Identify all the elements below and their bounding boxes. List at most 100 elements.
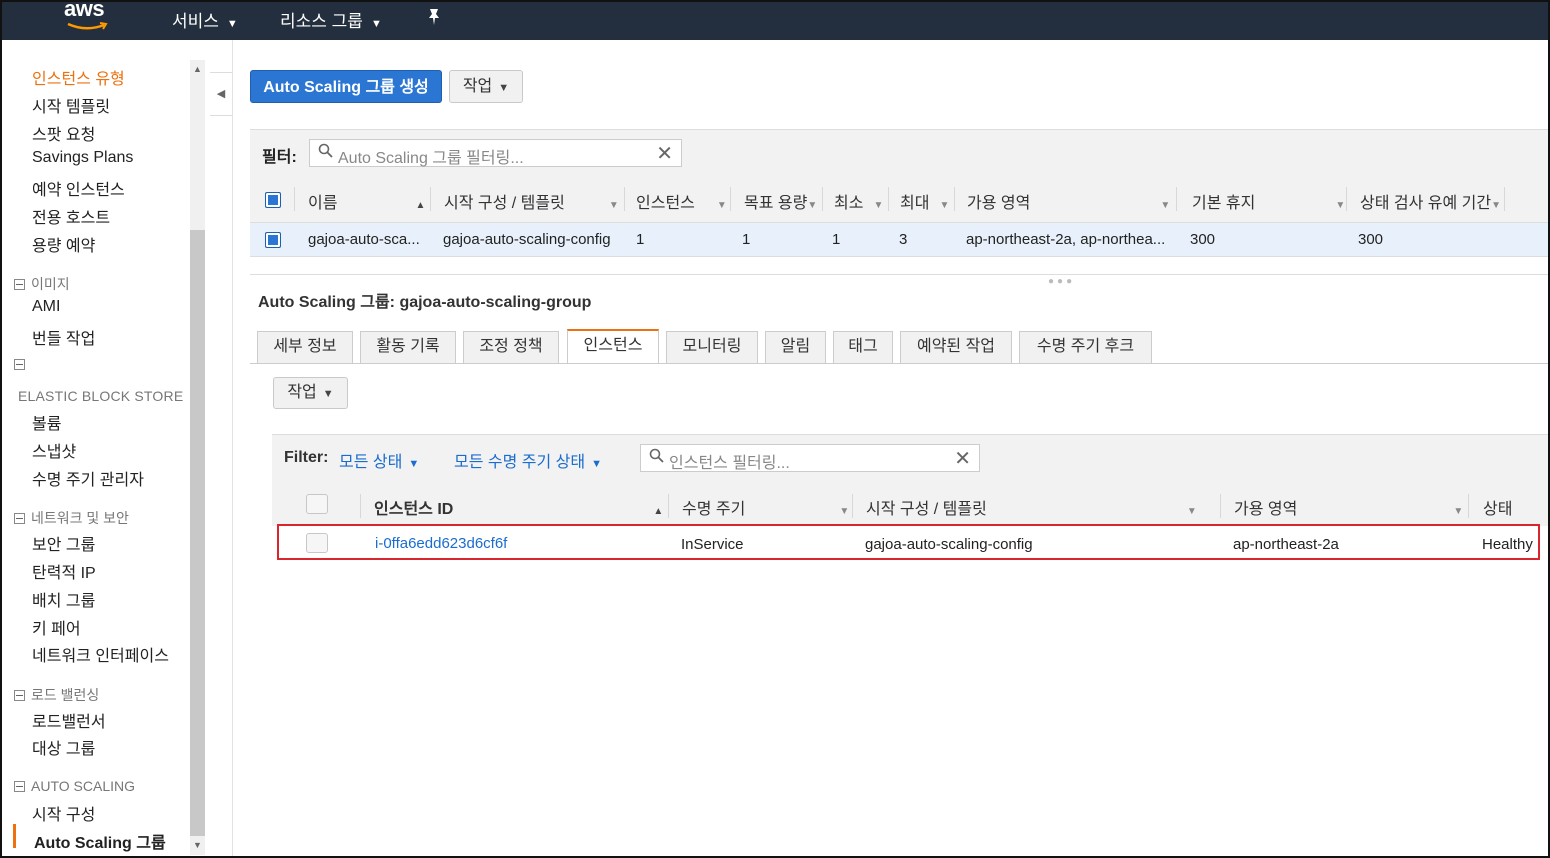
sort-icon: ▼: [716, 200, 727, 211]
select-all-checkbox[interactable]: [265, 192, 281, 208]
actions-button[interactable]: 작업 ▼: [449, 70, 523, 103]
col-availability-zone[interactable]: 가용 영역 ▼: [967, 189, 1170, 213]
sidebar-item-spot-requests[interactable]: 스팟 요청: [32, 121, 95, 145]
col-min[interactable]: 최소 ▼: [834, 189, 883, 213]
sidebar-section-ebs: ELASTIC BLOCK STORE: [18, 388, 184, 404]
content-divider: [232, 40, 233, 856]
sidebar-section-images[interactable]: 이미지: [14, 274, 70, 294]
col-name[interactable]: 이름 ▲: [308, 189, 425, 213]
aws-logo[interactable]: aws: [62, 2, 122, 40]
collapse-icon: [14, 689, 25, 701]
col-launch-config-template[interactable]: 시작 구성 / 템플릿 ▼: [866, 495, 1197, 519]
chevron-down-icon: ▼: [408, 458, 420, 470]
col-launch-config[interactable]: 시작 구성 / 템플릿 ▼: [444, 189, 619, 213]
sidebar-item-key-pairs[interactable]: 키 페어: [32, 615, 81, 639]
col-instances[interactable]: 인스턴스 ▼: [636, 189, 727, 213]
row-checkbox[interactable]: [265, 232, 281, 248]
sidebar-item-lifecycle-manager[interactable]: 수명 주기 관리자: [32, 466, 144, 490]
col-health-check-grace[interactable]: 상태 검사 유예 기간▼: [1360, 189, 1501, 213]
instance-actions-button[interactable]: 작업 ▼: [273, 377, 348, 409]
sidebar-item-elastic-ips[interactable]: 탄력적 IP: [32, 559, 96, 583]
all-lifecycle-label: 모든 수명 주기 상태: [454, 454, 586, 471]
pin-icon[interactable]: [426, 8, 442, 31]
sidebar-item-load-balancers[interactable]: 로드밸런서: [32, 708, 106, 732]
col-az-label: 가용 영역: [1234, 501, 1298, 518]
services-menu[interactable]: 서비스 ▼: [172, 7, 238, 32]
chevron-down-icon: ▼: [591, 458, 602, 470]
instance-search-input[interactable]: 인스턴스 필터링... ✕: [640, 444, 980, 472]
sidebar-item-snapshots[interactable]: 스냅샷: [32, 438, 76, 462]
sidebar-item-launch-templates[interactable]: 시작 템플릿: [32, 93, 110, 117]
sort-icon: ▼: [1186, 506, 1197, 517]
column-separator: [822, 187, 823, 211]
col-default-cooldown[interactable]: 기본 휴지 ▼: [1192, 189, 1345, 213]
col-desired-capacity[interactable]: 목표 용량▼: [744, 189, 817, 213]
resource-groups-menu[interactable]: 리소스 그룹 ▼: [280, 7, 382, 32]
cell-availability-zone: ap-northeast-2a, ap-northea...: [966, 231, 1166, 248]
resize-grip-icon[interactable]: ●●●: [1048, 276, 1075, 287]
table-row[interactable]: gajoa-auto-sca... gajoa-auto-scaling-con…: [250, 223, 1548, 257]
tab-activity-history[interactable]: 활동 기록: [360, 331, 456, 363]
sidebar-item-ami[interactable]: AMI: [32, 298, 60, 316]
col-lifecycle[interactable]: 수명 주기 ▼: [682, 495, 849, 519]
sidebar-item-savings-plans[interactable]: Savings Plans: [32, 149, 133, 167]
col-az[interactable]: 가용 영역 ▼: [1234, 495, 1463, 519]
split-divider[interactable]: [250, 274, 1548, 275]
sidebar-section-network-label: 네트워크 및 보안: [31, 510, 129, 526]
chevron-down-icon: ▼: [498, 82, 510, 94]
create-auto-scaling-group-button[interactable]: Auto Scaling 그룹 생성: [250, 70, 442, 103]
resource-groups-label: 리소스 그룹: [280, 12, 363, 31]
sidebar-section-images-label: 이미지: [31, 276, 70, 292]
scroll-down-icon[interactable]: ▼: [190, 840, 205, 850]
aws-smile-icon: [67, 22, 108, 30]
sidebar-section-load-balancing[interactable]: 로드 밸런싱: [14, 685, 99, 705]
group-filter-bar: 필터: Auto Scaling 그룹 필터링... ✕: [250, 129, 1548, 176]
group-search-input[interactable]: Auto Scaling 그룹 필터링... ✕: [309, 139, 682, 167]
col-lifecycle-label: 수명 주기: [682, 501, 746, 518]
sidebar-item-launch-configurations[interactable]: 시작 구성: [32, 801, 95, 825]
search-icon: [649, 448, 664, 466]
sidebar-item-reserved-instances[interactable]: 예약 인스턴스: [32, 176, 125, 200]
tab-instances[interactable]: 인스턴스: [567, 329, 659, 364]
all-states-label: 모든 상태: [339, 454, 403, 471]
collapse-sidebar-button[interactable]: ◀: [210, 72, 233, 116]
tab-notifications[interactable]: 알림: [765, 331, 826, 363]
sidebar-item-security-groups[interactable]: 보안 그룹: [32, 531, 95, 555]
sidebar: 인스턴스 유형 시작 템플릿 스팟 요청 Savings Plans 예약 인스…: [2, 40, 208, 856]
sidebar-item-auto-scaling-groups[interactable]: Auto Scaling 그룹: [34, 829, 166, 853]
col-default-cooldown-label: 기본 휴지: [1192, 195, 1256, 212]
clear-icon[interactable]: ✕: [954, 446, 971, 471]
sidebar-scrollbar-thumb[interactable]: [190, 230, 205, 836]
scroll-up-icon[interactable]: ▲: [190, 64, 205, 74]
sidebar-item-network-interfaces[interactable]: 네트워크 인터페이스: [32, 642, 169, 666]
tab-monitoring[interactable]: 모니터링: [666, 331, 758, 363]
sidebar-section-auto-scaling[interactable]: AUTO SCALING: [14, 778, 135, 794]
clear-icon[interactable]: ✕: [656, 141, 673, 166]
col-max[interactable]: 최대 ▼: [900, 189, 949, 213]
col-health[interactable]: 상태: [1483, 495, 1512, 519]
all-lifecycle-dropdown[interactable]: 모든 수명 주기 상태 ▼: [454, 448, 602, 472]
tab-lifecycle-hooks[interactable]: 수명 주기 후크: [1019, 331, 1152, 363]
tab-tags[interactable]: 태그: [833, 331, 893, 363]
sidebar-item-capacity-reservations[interactable]: 용량 예약: [32, 232, 95, 256]
select-all-instances-checkbox[interactable]: [306, 494, 328, 514]
sidebar-item-bundle-tasks[interactable]: 번들 작업: [32, 325, 95, 349]
sidebar-item-dedicated-hosts[interactable]: 전용 호스트: [32, 204, 110, 228]
search-icon: [318, 143, 333, 161]
tab-scheduled-actions[interactable]: 예약된 작업: [900, 331, 1012, 363]
col-instance-id[interactable]: 인스턴스 ID ▲: [374, 495, 663, 519]
cell-launch-config: gajoa-auto-scaling-config: [443, 231, 611, 248]
tab-details[interactable]: 세부 정보: [257, 331, 353, 363]
col-launch-config-template-label: 시작 구성 / 템플릿: [866, 501, 987, 518]
sidebar-item-placement-groups[interactable]: 배치 그룹: [32, 587, 95, 611]
sidebar-section-network[interactable]: 네트워크 및 보안: [14, 508, 129, 528]
cell-max: 3: [899, 231, 908, 248]
sidebar-item-instance-types[interactable]: 인스턴스 유형: [32, 65, 125, 89]
instances-table-header: 인스턴스 ID ▲ 수명 주기 ▼ 시작 구성 / 템플릿 ▼ 가용 영역 ▼ 상태: [272, 482, 1548, 527]
col-health-label: 상태: [1483, 501, 1513, 518]
tab-scaling-policies[interactable]: 조정 정책: [463, 331, 559, 363]
all-states-dropdown[interactable]: 모든 상태 ▼: [339, 448, 419, 472]
sidebar-item-target-groups[interactable]: 대상 그룹: [32, 735, 95, 759]
sidebar-item-volumes[interactable]: 볼륨: [32, 410, 61, 434]
sidebar-section-ebs-toggle[interactable]: [14, 356, 31, 372]
